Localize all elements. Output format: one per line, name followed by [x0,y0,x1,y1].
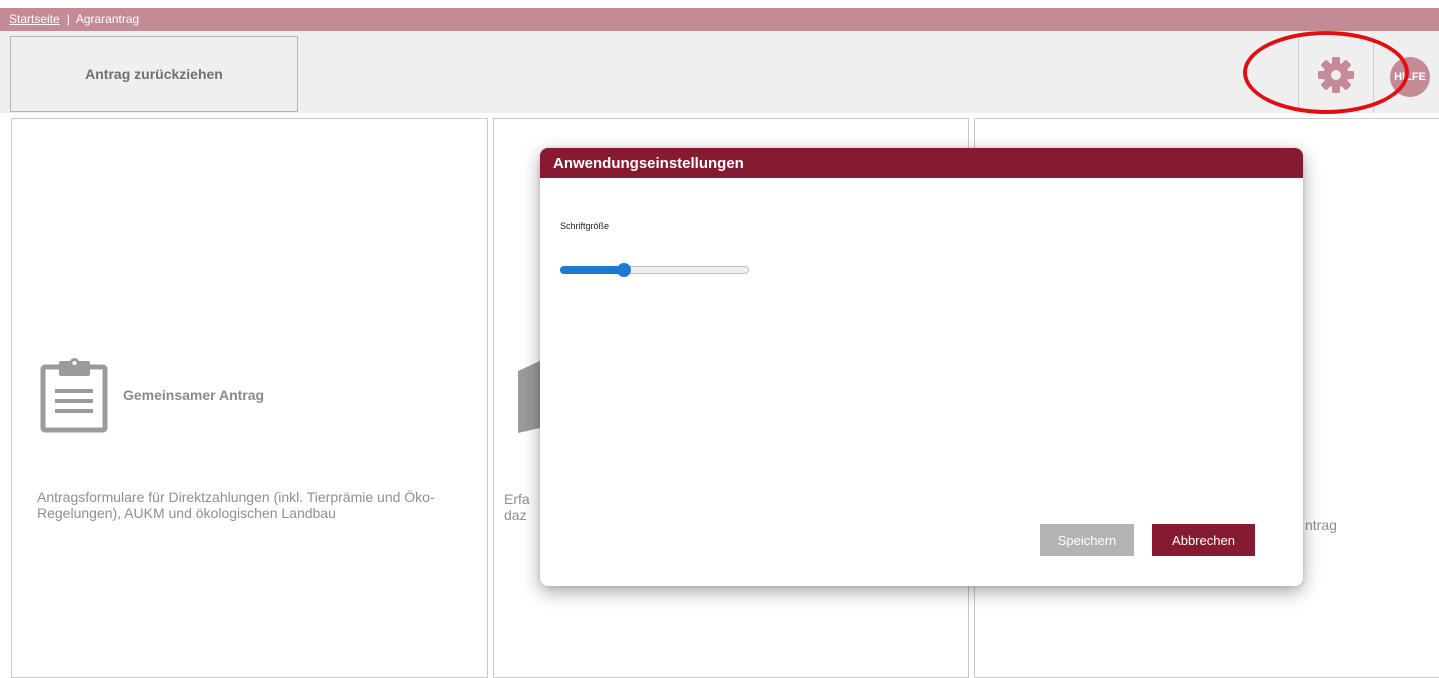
font-size-slider[interactable] [560,263,750,277]
tile-description-line: Erfa [504,491,530,507]
withdraw-application-button[interactable]: Antrag zurückziehen [10,36,298,112]
settings-button[interactable] [1300,37,1372,113]
toolbar-divider [1298,36,1299,113]
tile-description: Antragsformulare für Direktzahlungen (in… [37,489,435,521]
breadcrumb-current: Agrarantrag [75,12,140,26]
breadcrumb-separator: | [66,12,70,26]
breadcrumb-home-link[interactable]: Startseite [9,12,60,26]
tile-description: Erfa daz [504,491,530,523]
cancel-button[interactable]: Abbrechen [1152,524,1255,556]
tile-description-line: daz [504,507,527,523]
slider-thumb[interactable] [617,263,631,277]
gear-icon [1318,57,1354,93]
tile-title: Gemeinsamer Antrag [123,387,265,403]
breadcrumb: Startseite | Agrarantrag [0,8,1439,31]
save-button[interactable]: Speichern [1040,524,1134,556]
toolbar: Antrag zurückziehen HILFE [0,31,1439,113]
tile-gemeinsamer-antrag[interactable]: Gemeinsamer Antrag Antragsformulare für … [11,118,488,678]
tile-description: ntrag [1305,517,1337,533]
font-size-label: Schriftgröße [560,221,610,231]
toolbar-divider [1373,36,1374,113]
clipboard-icon [40,358,108,433]
slider-fill [560,266,624,274]
dialog-title: Anwendungseinstellungen [540,148,1303,178]
help-button[interactable]: HILFE [1390,57,1430,97]
settings-dialog: Anwendungseinstellungen Schriftgröße Spe… [540,148,1303,586]
